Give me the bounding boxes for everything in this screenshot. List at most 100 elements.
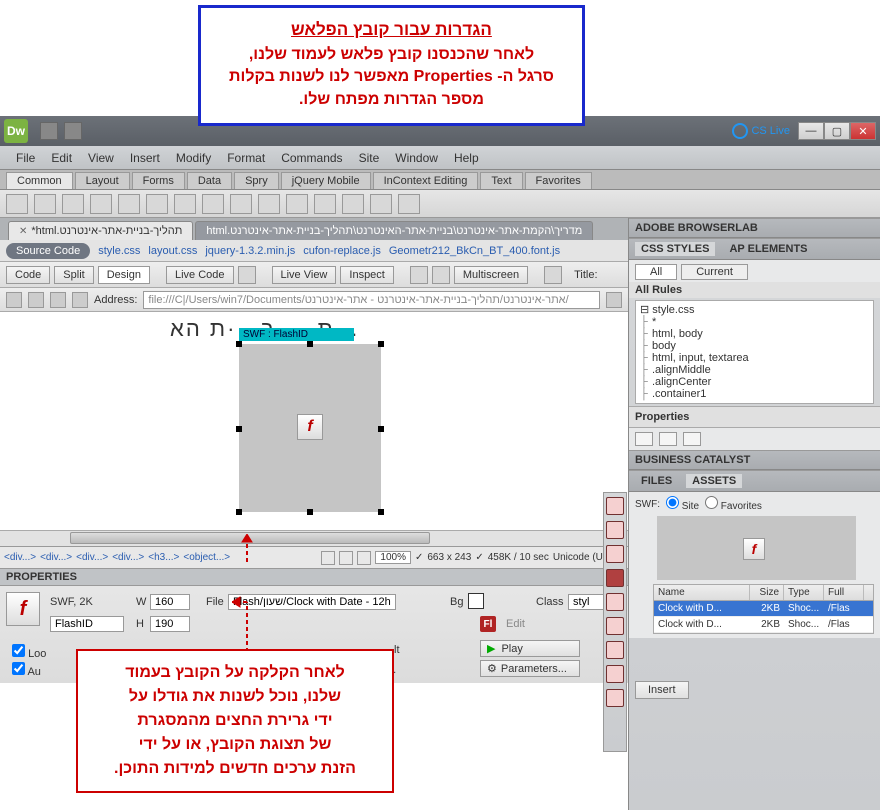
tag-selector[interactable]: <object...> xyxy=(183,552,230,563)
liveview-button[interactable]: Live View xyxy=(272,266,337,284)
resize-handle[interactable] xyxy=(236,426,242,432)
table-row[interactable]: Clock with D... 2KB Shoc... /Flas xyxy=(654,601,873,617)
div-icon[interactable] xyxy=(118,194,140,214)
class-input[interactable] xyxy=(568,594,606,610)
resize-handle[interactable] xyxy=(307,341,313,347)
menu-edit[interactable]: Edit xyxy=(43,151,80,165)
design-button[interactable]: Design xyxy=(98,266,150,284)
image-icon[interactable] xyxy=(146,194,168,214)
favorites-radio[interactable]: Favorites xyxy=(705,496,762,512)
colors-category-icon[interactable] xyxy=(606,521,624,539)
menu-help[interactable]: Help xyxy=(446,151,487,165)
loop-checkbox[interactable]: Loo xyxy=(12,644,46,660)
close-icon[interactable]: ✕ xyxy=(19,226,27,237)
code-button[interactable]: Code xyxy=(6,266,50,284)
related-file[interactable]: layout.css xyxy=(148,245,197,257)
go-icon[interactable] xyxy=(606,292,622,308)
horizontal-scrollbar[interactable] xyxy=(0,530,628,546)
swf-placeholder[interactable]: SWF : FlashID f xyxy=(239,344,381,512)
shockwave-category-icon[interactable] xyxy=(606,593,624,611)
anchor-icon[interactable] xyxy=(62,194,84,214)
tab-common[interactable]: Common xyxy=(6,172,73,189)
css-all-button[interactable]: All xyxy=(635,264,677,280)
css-styles-tab[interactable]: CSS STYLES xyxy=(635,242,715,256)
visual-aids-icon[interactable] xyxy=(544,266,562,284)
email-icon[interactable] xyxy=(34,194,56,214)
tab-favorites[interactable]: Favorites xyxy=(525,172,592,189)
menu-insert[interactable]: Insert xyxy=(122,151,168,165)
autoplay-checkbox[interactable]: Au xyxy=(12,662,41,678)
doc-tab-inactive[interactable]: מדריך\הקמת-אתר-אינטרנט\בניית-אתר-האינטרנ… xyxy=(195,221,593,240)
show-set-icon[interactable] xyxy=(683,432,701,446)
tag-chooser-icon[interactable] xyxy=(398,194,420,214)
hyperlink-icon[interactable] xyxy=(6,194,28,214)
tab-layout[interactable]: Layout xyxy=(75,172,130,189)
cslive-link[interactable]: CS Live xyxy=(732,123,790,139)
site-radio[interactable]: Site xyxy=(666,496,699,512)
business-catalyst-head[interactable]: BUSINESS CATALYST xyxy=(629,450,880,470)
flash-category-icon[interactable] xyxy=(606,569,624,587)
zoom-level[interactable]: 100% xyxy=(375,551,411,564)
widget-icon[interactable] xyxy=(202,194,224,214)
assets-tab[interactable]: ASSETS xyxy=(686,474,742,488)
templates-category-icon[interactable] xyxy=(606,665,624,683)
multiscreen-button[interactable]: Multiscreen xyxy=(454,266,528,284)
menu-file[interactable]: File xyxy=(8,151,43,165)
css-current-button[interactable]: Current xyxy=(681,264,748,280)
resize-handle[interactable] xyxy=(378,509,384,515)
parameters-button[interactable]: Parameters... xyxy=(480,660,580,677)
resize-handle[interactable] xyxy=(236,509,242,515)
insert-button[interactable]: Insert xyxy=(635,681,689,699)
resize-handle[interactable] xyxy=(378,341,384,347)
resize-handle[interactable] xyxy=(236,341,242,347)
show-list-icon[interactable] xyxy=(659,432,677,446)
menu-commands[interactable]: Commands xyxy=(273,151,350,165)
show-category-icon[interactable] xyxy=(635,432,653,446)
images-category-icon[interactable] xyxy=(606,497,624,515)
ap-elements-tab[interactable]: AP ELEMENTS xyxy=(723,242,813,256)
layout-picker-icon[interactable] xyxy=(40,122,58,140)
minimize-button[interactable]: — xyxy=(798,122,824,140)
css-rules-list[interactable]: ⊟ style.css * html, body body html, inpu… xyxy=(635,300,874,404)
urls-category-icon[interactable] xyxy=(606,545,624,563)
resize-handle[interactable] xyxy=(307,509,313,515)
tag-selector[interactable]: <h3...> xyxy=(148,552,179,563)
address-input[interactable]: file:///C|/Users/win7/Documents/אתר-אינט… xyxy=(143,291,600,309)
id-input[interactable] xyxy=(50,616,124,632)
inspect-button[interactable]: Inspect xyxy=(340,266,393,284)
table-row[interactable]: Clock with D... 2KB Shoc... /Flas xyxy=(654,617,873,633)
select-tool-icon[interactable] xyxy=(321,551,335,565)
refresh-icon[interactable] xyxy=(432,266,450,284)
back-icon[interactable] xyxy=(6,292,22,308)
related-file[interactable]: Geometr212_BkCn_BT_400.font.js xyxy=(389,245,560,257)
tag-selector[interactable]: <div...> xyxy=(4,552,36,563)
bg-color-swatch[interactable] xyxy=(468,593,484,609)
zoom-tool-icon[interactable] xyxy=(357,551,371,565)
menu-window[interactable]: Window xyxy=(387,151,446,165)
related-file[interactable]: jquery-1.3.2.min.js xyxy=(205,245,295,257)
extend-icon[interactable] xyxy=(64,122,82,140)
menu-format[interactable]: Format xyxy=(219,151,273,165)
scripts-category-icon[interactable] xyxy=(606,641,624,659)
browserlab-panel-head[interactable]: ADOBE BROWSERLAB xyxy=(629,218,880,238)
tab-spry[interactable]: Spry xyxy=(234,172,279,189)
menu-view[interactable]: View xyxy=(80,151,122,165)
menu-modify[interactable]: Modify xyxy=(168,151,219,165)
flash-edit-icon[interactable]: Fl xyxy=(480,616,496,632)
tag-selector[interactable]: <div...> xyxy=(40,552,72,563)
tab-forms[interactable]: Forms xyxy=(132,172,185,189)
tag-selector[interactable]: <div...> xyxy=(112,552,144,563)
refresh-addr-icon[interactable] xyxy=(50,292,66,308)
inspect-icon[interactable] xyxy=(238,266,256,284)
date-icon[interactable] xyxy=(230,194,252,214)
head-icon[interactable] xyxy=(314,194,336,214)
play-button[interactable]: Play xyxy=(480,640,580,657)
close-button[interactable]: ✕ xyxy=(850,122,876,140)
height-input[interactable] xyxy=(150,616,190,632)
script-icon[interactable] xyxy=(342,194,364,214)
related-file[interactable]: cufon-replace.js xyxy=(303,245,381,257)
tag-selector[interactable]: <div...> xyxy=(76,552,108,563)
media-icon[interactable] xyxy=(174,194,196,214)
tab-data[interactable]: Data xyxy=(187,172,232,189)
resize-handle[interactable] xyxy=(378,426,384,432)
